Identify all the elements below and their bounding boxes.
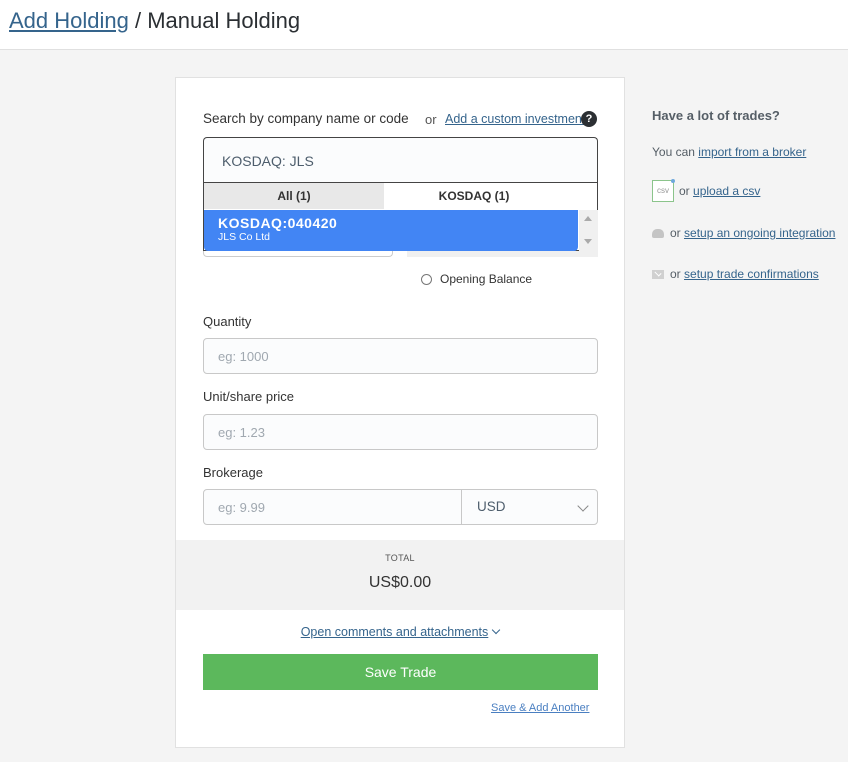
results-scrollbar[interactable] bbox=[579, 210, 598, 251]
sidebar-title: Have a lot of trades? bbox=[652, 108, 780, 123]
result-tabs: All (1) KOSDAQ (1) bbox=[204, 183, 564, 209]
trade-form-card: Search by company name or code or Add a … bbox=[175, 77, 625, 748]
search-result-item[interactable]: KOSDAQ:040420 JLS Co Ltd bbox=[204, 210, 578, 251]
upload-csv-link[interactable]: upload a csv bbox=[693, 184, 760, 198]
page-title: Manual Holding bbox=[147, 8, 301, 33]
integration-row: or setup an ongoing integration bbox=[652, 226, 835, 240]
setup-trade-confirmations-link[interactable]: setup trade confirmations bbox=[684, 267, 819, 281]
opening-balance-radio[interactable] bbox=[421, 273, 432, 285]
quantity-input[interactable] bbox=[203, 338, 598, 374]
price-label: Unit/share price bbox=[203, 389, 295, 404]
help-icon[interactable]: ? bbox=[581, 111, 597, 127]
cloud-icon bbox=[652, 228, 664, 238]
csv-file-icon: csv bbox=[652, 179, 675, 202]
brokerage-label: Brokerage bbox=[203, 465, 263, 480]
total-section: TOTAL US$0.00 bbox=[176, 540, 624, 610]
save-trade-button[interactable]: Save Trade bbox=[203, 654, 598, 690]
price-input[interactable] bbox=[203, 414, 598, 450]
total-label: TOTAL bbox=[385, 553, 415, 563]
import-broker-row: You can import from a broker bbox=[652, 145, 806, 159]
brokerage-input[interactable] bbox=[203, 489, 462, 525]
search-input[interactable] bbox=[203, 137, 598, 183]
result-name: JLS Co Ltd bbox=[218, 231, 270, 243]
scroll-down-arrow-icon[interactable] bbox=[584, 239, 592, 244]
page-header: Add Holding / Manual Holding bbox=[0, 0, 848, 50]
upload-csv-row: csv or upload a csv bbox=[652, 179, 760, 202]
breadcrumb: Add Holding / Manual Holding bbox=[9, 8, 300, 34]
result-code: KOSDAQ:040420 bbox=[218, 215, 338, 231]
search-results-dropdown: All (1) KOSDAQ (1) KOSDAQ:040420 JLS Co … bbox=[203, 182, 598, 251]
setup-integration-link[interactable]: setup an ongoing integration bbox=[684, 226, 835, 240]
trade-confirmations-row: or setup trade confirmations bbox=[652, 267, 819, 281]
quantity-label: Quantity bbox=[203, 314, 252, 329]
open-comments-link[interactable]: Open comments and attachments bbox=[176, 625, 624, 639]
csv-prefix: or bbox=[679, 184, 690, 198]
or-text: or bbox=[425, 112, 437, 127]
breadcrumb-separator: / bbox=[128, 8, 148, 33]
import-prefix: You can bbox=[652, 145, 695, 159]
breadcrumb-add-holding-link[interactable]: Add Holding bbox=[9, 8, 129, 33]
scroll-up-arrow-icon[interactable] bbox=[584, 216, 592, 221]
save-add-another-link[interactable]: Save & Add Another bbox=[491, 702, 589, 714]
search-label: Search by company name or code bbox=[203, 111, 409, 126]
currency-value: USD bbox=[477, 499, 506, 514]
integration-prefix: or bbox=[670, 226, 681, 240]
chevron-down-icon bbox=[492, 625, 501, 635]
chevron-down-icon bbox=[577, 500, 589, 512]
total-value: US$0.00 bbox=[368, 574, 432, 591]
opening-balance-option[interactable]: Opening Balance bbox=[421, 272, 532, 286]
tab-kosdaq[interactable]: KOSDAQ (1) bbox=[384, 183, 564, 209]
confirm-prefix: or bbox=[670, 267, 681, 281]
import-from-broker-link[interactable]: import from a broker bbox=[698, 145, 806, 159]
mail-icon bbox=[652, 269, 664, 279]
open-comments-label: Open comments and attachments bbox=[300, 625, 489, 639]
tab-all[interactable]: All (1) bbox=[204, 183, 384, 209]
currency-select[interactable]: USD bbox=[461, 489, 598, 525]
add-custom-investment-link[interactable]: Add a custom investment bbox=[445, 112, 585, 126]
opening-balance-label: Opening Balance bbox=[440, 272, 533, 286]
